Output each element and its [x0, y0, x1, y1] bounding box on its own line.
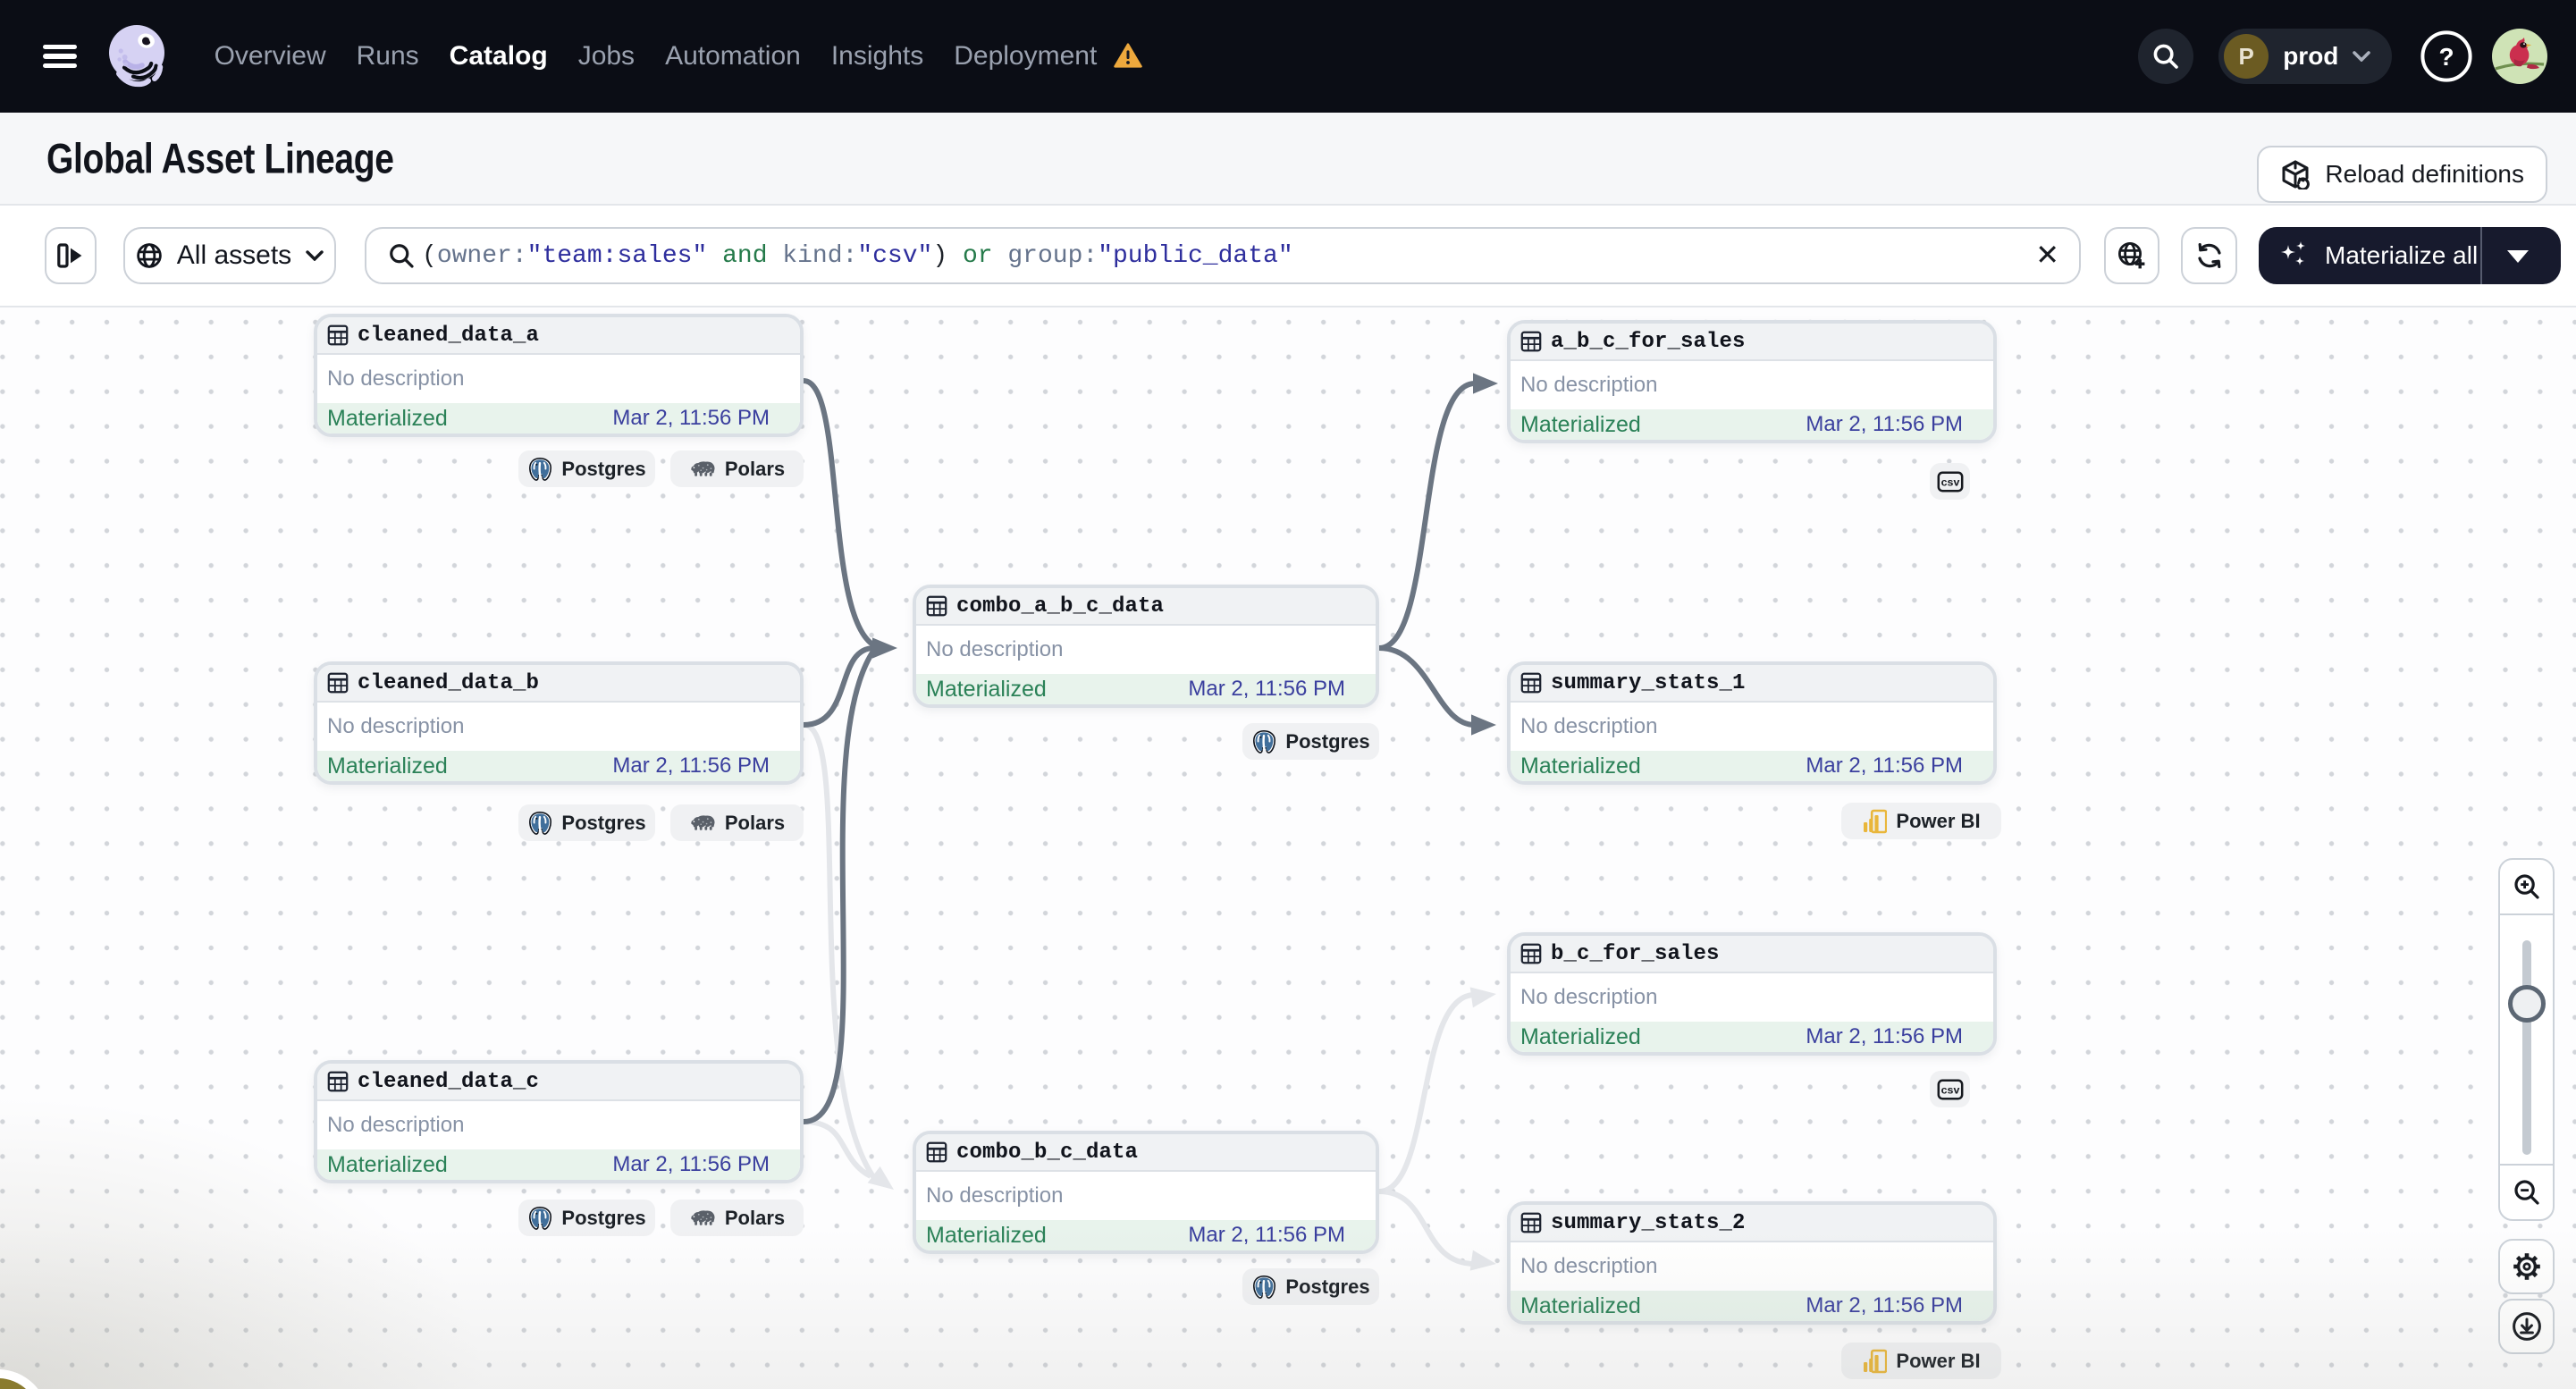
- svg-text:?: ?: [2439, 43, 2454, 71]
